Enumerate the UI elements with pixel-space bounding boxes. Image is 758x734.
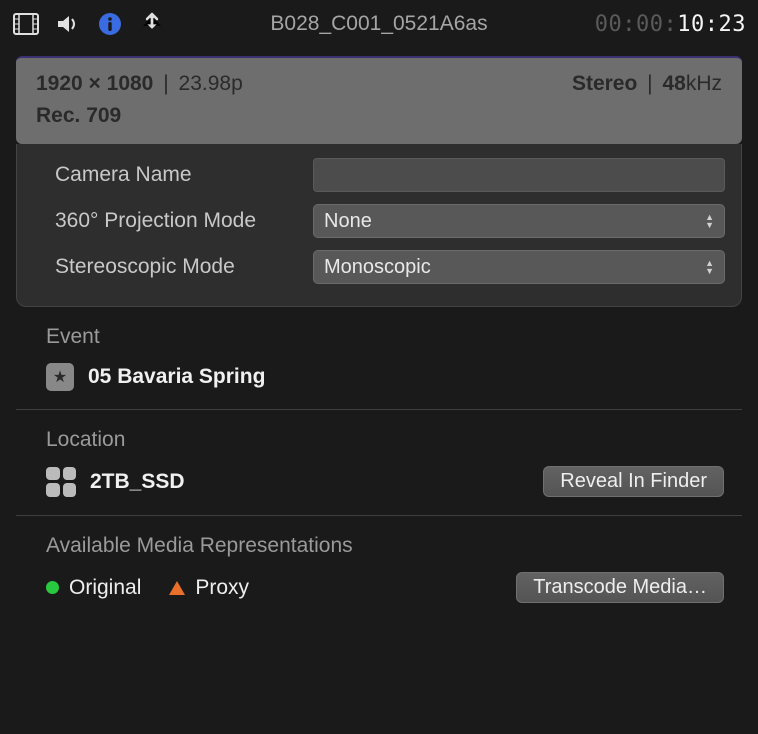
media-representations-section: Available Media Representations Original…: [0, 516, 758, 621]
event-name: 05 Bavaria Spring: [88, 365, 265, 389]
stereoscopic-mode-row: Stereoscopic Mode Monoscopic ▲▼: [33, 244, 725, 290]
info-row-format: 1920 × 1080 | 23.98p Stereo | 48kHz: [36, 68, 722, 100]
camera-name-input[interactable]: [313, 158, 725, 192]
frame-rate-value: 23.98p: [179, 72, 243, 95]
star-icon: ★: [46, 363, 74, 391]
original-label: Original: [69, 576, 141, 600]
reveal-in-finder-button[interactable]: Reveal In Finder: [543, 466, 724, 497]
audio-channels-value: Stereo: [572, 72, 637, 95]
original-rep: Original: [46, 576, 141, 600]
clip-name: B028_C001_0521A6as: [270, 12, 487, 36]
share-tab-icon[interactable]: [138, 10, 166, 38]
event-section: Event ★ 05 Bavaria Spring: [0, 307, 758, 409]
chevron-updown-icon: ▲▼: [705, 214, 714, 229]
projection-mode-label: 360° Projection Mode: [33, 209, 313, 233]
projection-mode-row: 360° Projection Mode None ▲▼: [33, 198, 725, 244]
event-item: ★ 05 Bavaria Spring: [46, 363, 758, 391]
timecode-seconds: 10:23: [677, 12, 746, 37]
properties-panel: Camera Name 360° Projection Mode None ▲▼…: [16, 144, 742, 307]
event-title: Event: [46, 325, 758, 349]
location-item: 2TB_SSD: [46, 467, 185, 497]
audio-rate-unit: kHz: [686, 72, 722, 95]
status-green-dot-icon: [46, 581, 59, 594]
audio-tab-icon[interactable]: [54, 10, 82, 38]
projection-mode-select[interactable]: None ▲▼: [313, 204, 725, 238]
resolution-value: 1920 × 1080: [36, 72, 153, 95]
media-reps-title: Available Media Representations: [46, 534, 758, 558]
timecode-display: 00:00:10:23: [595, 12, 746, 37]
inspector-toolbar: B028_C001_0521A6as 00:00:10:23: [0, 0, 758, 48]
transcode-media-button[interactable]: Transcode Media…: [516, 572, 724, 603]
info-tab-icon[interactable]: [96, 10, 124, 38]
camera-name-label: Camera Name: [33, 163, 313, 187]
stereoscopic-mode-value: Monoscopic: [324, 256, 431, 279]
location-section: Location 2TB_SSD Reveal In Finder: [0, 410, 758, 515]
video-tab-icon[interactable]: [12, 10, 40, 38]
drive-icon: [46, 467, 76, 497]
status-warning-triangle-icon: [169, 581, 185, 595]
toolbar-tab-icons: [12, 10, 166, 38]
proxy-label: Proxy: [195, 576, 249, 600]
info-row-colorspace: Rec. 709: [36, 100, 722, 132]
clip-info-strip: 1920 × 1080 | 23.98p Stereo | 48kHz Rec.…: [16, 56, 742, 144]
location-title: Location: [46, 428, 758, 452]
media-reps-list: Original Proxy: [46, 576, 249, 600]
timecode-hours: 00:00:: [595, 12, 677, 37]
projection-mode-value: None: [324, 210, 372, 233]
chevron-updown-icon: ▲▼: [705, 260, 714, 275]
audio-rate-value: 48: [662, 72, 685, 95]
stereoscopic-mode-select[interactable]: Monoscopic ▲▼: [313, 250, 725, 284]
color-space-value: Rec. 709: [36, 104, 121, 127]
proxy-rep: Proxy: [169, 576, 249, 600]
stereoscopic-mode-label: Stereoscopic Mode: [33, 255, 313, 279]
camera-name-row: Camera Name: [33, 152, 725, 198]
location-name: 2TB_SSD: [90, 470, 185, 494]
